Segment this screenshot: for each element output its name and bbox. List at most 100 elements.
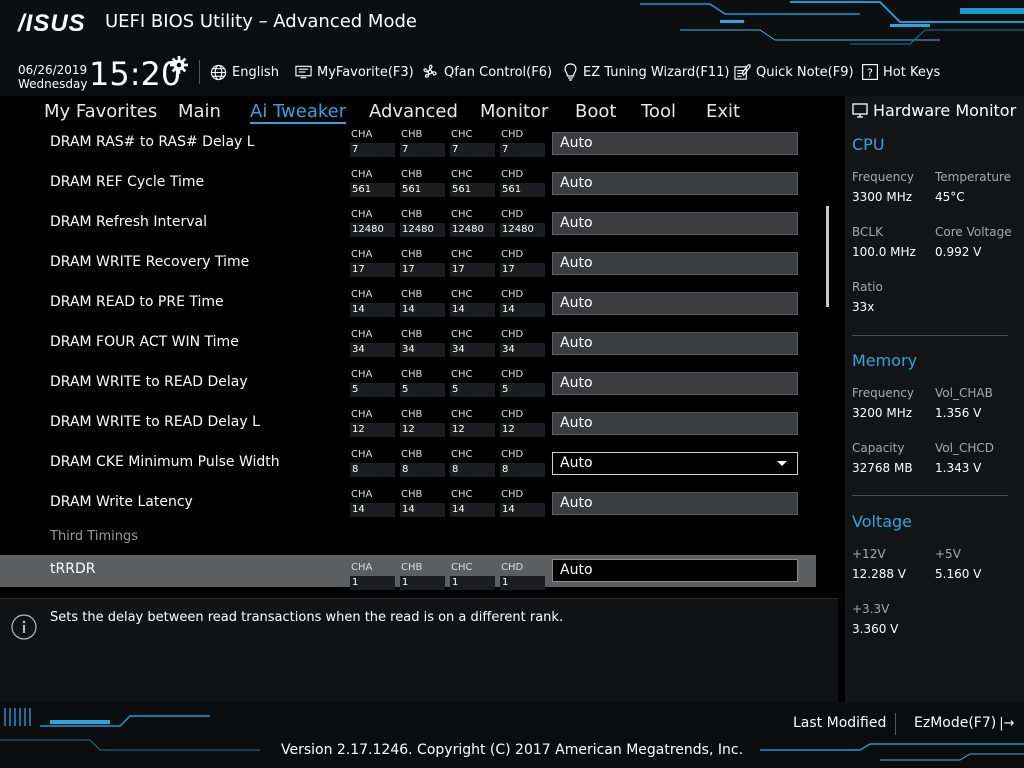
- setting-row[interactable]: DRAM READ to PRE Time CHA 14 CHB 14 CHC 14 CHD 1…: [0, 286, 816, 326]
- monitor-icon: [852, 103, 868, 118]
- hw-label: Ratio: [852, 280, 883, 294]
- setting-row[interactable]: DRAM FOUR ACT WIN Time CHA 34 CHB 34 CHC 34 CHD…: [0, 326, 816, 366]
- setting-label: DRAM REF Cycle Time: [50, 174, 205, 190]
- tab-tool[interactable]: Tool: [641, 101, 676, 122]
- separator: [895, 713, 896, 735]
- quick-note-button[interactable]: Quick Note(F9): [734, 62, 854, 82]
- setting-row[interactable]: DRAM REF Cycle Time CHA 561 CHB 561 CHC 561 CHD…: [0, 166, 816, 206]
- setting-input[interactable]: Auto: [552, 132, 798, 155]
- channel-name: CHA: [351, 249, 373, 260]
- tab-boot[interactable]: Boot: [575, 101, 616, 122]
- setting-input[interactable]: Auto: [552, 492, 798, 515]
- qfan-button[interactable]: Qfan Control(F6): [421, 62, 552, 82]
- channel-value: 1: [500, 576, 545, 590]
- channel-value: 561: [400, 183, 445, 197]
- channel-value: 1: [400, 576, 445, 590]
- setting-label: DRAM RAS# to RAS# Delay L: [50, 134, 255, 150]
- hw-value-ratio: 33x: [852, 300, 875, 314]
- channel-name: CHB: [401, 209, 423, 220]
- setting-label: DRAM Write Latency: [50, 494, 193, 510]
- setting-row[interactable]: DRAM Refresh Interval CHA 12480 CHB 12480 CHC…: [0, 206, 816, 246]
- language-button[interactable]: English: [210, 62, 279, 82]
- tab-main[interactable]: Main: [178, 101, 221, 122]
- hw-value-vol-chab: 1.356 V: [935, 406, 982, 420]
- channel-chb: CHB 12480: [400, 209, 445, 237]
- hw-value-vol-chcd: 1.343 V: [935, 461, 982, 475]
- channel-value: 12480: [500, 223, 545, 237]
- setting-input-trrdr[interactable]: Auto: [552, 559, 798, 582]
- channel-value: 5: [400, 383, 445, 397]
- setting-input[interactable]: Auto: [552, 252, 798, 275]
- myfavorite-button[interactable]: MyFavorite(F3): [295, 62, 414, 82]
- channel-value: 12480: [350, 223, 395, 237]
- channel-chd: CHD 12480: [500, 209, 545, 237]
- scrollbar-thumb[interactable]: [826, 206, 829, 307]
- setting-label: DRAM READ to PRE Time: [50, 294, 224, 310]
- channel-name: CHA: [351, 289, 373, 300]
- channel-value: 17: [450, 263, 495, 277]
- setting-value: Auto: [560, 415, 593, 431]
- hot-keys-button[interactable]: ? Hot Keys: [862, 62, 940, 82]
- channel-value: 561: [450, 183, 495, 197]
- channel-name: CHD: [501, 409, 524, 420]
- hw-section-memory: Memory: [852, 351, 918, 370]
- channel-cha: CHA 14: [350, 289, 395, 317]
- tab-advanced[interactable]: Advanced: [369, 101, 458, 122]
- channel-chd: CHD 7: [500, 129, 545, 157]
- channel-value: 12: [400, 423, 445, 437]
- hw-label: +5V: [935, 547, 961, 561]
- section-heading-third-timings: Third Timings: [50, 529, 138, 544]
- chevron-down-icon: [777, 461, 787, 466]
- separator: [199, 60, 200, 84]
- hw-label: +3.3V: [852, 602, 890, 616]
- setting-row[interactable]: DRAM Write Latency CHA 14 CHB 14 CHC 14 CHD 14 Au…: [0, 486, 816, 526]
- setting-input[interactable]: Auto: [552, 412, 798, 435]
- setting-label: DRAM FOUR ACT WIN Time: [50, 334, 239, 350]
- setting-input[interactable]: Auto: [552, 372, 798, 395]
- setting-dropdown[interactable]: Auto: [552, 452, 798, 475]
- channel-name: CHA: [351, 129, 373, 140]
- setting-row[interactable]: DRAM RAS# to RAS# Delay L CHA 7 CHB 7 CHC 7 CHD…: [0, 126, 816, 166]
- setting-value: Auto: [560, 335, 593, 351]
- tab-my-favorites[interactable]: My Favorites: [44, 101, 157, 122]
- hw-value-memory-frequency: 3200 MHz: [852, 406, 913, 420]
- bottom-bar: [0, 702, 1024, 768]
- help-text: Sets the delay between read transactions…: [50, 610, 564, 625]
- hw-value-5v: 5.160 V: [935, 567, 982, 581]
- setting-input[interactable]: Auto: [552, 172, 798, 195]
- setting-row[interactable]: DRAM WRITE Recovery Time CHA 17 CHB 17 CHC 17 C…: [0, 246, 816, 286]
- setting-input[interactable]: Auto: [552, 292, 798, 315]
- setting-row-trrdr[interactable]: tRRDR CHA 1 CHB 1 CHC 1 CHD 1 Auto: [0, 555, 816, 590]
- ezmode-button[interactable]: EzMode(F7) |→: [914, 715, 1015, 731]
- divider: [852, 335, 1008, 336]
- setting-row[interactable]: DRAM CKE Minimum Pulse Width CHA 8 CHB 8 CHC 8…: [0, 446, 816, 486]
- tab-exit[interactable]: Exit: [706, 101, 740, 122]
- setting-input[interactable]: Auto: [552, 332, 798, 355]
- channel-name: CHC: [451, 209, 473, 220]
- tab-monitor[interactable]: Monitor: [480, 101, 548, 122]
- channel-name: CHB: [401, 129, 423, 140]
- channel-value: 17: [400, 263, 445, 277]
- hw-label: BCLK: [852, 225, 883, 239]
- channel-value: 14: [400, 303, 445, 317]
- setting-row[interactable]: DRAM WRITE to READ Delay L CHA 12 CHB 12 CHC 1…: [0, 406, 816, 446]
- channel-name: CHC: [451, 562, 473, 573]
- gear-icon[interactable]: [170, 56, 188, 74]
- setting-value: Auto: [560, 175, 593, 191]
- tab-ai-tweaker[interactable]: Ai Tweaker: [250, 101, 347, 124]
- channel-name: CHB: [401, 249, 423, 260]
- setting-label: DRAM WRITE Recovery Time: [50, 254, 250, 270]
- fan-icon: [423, 64, 437, 78]
- last-modified-button[interactable]: Last Modified: [793, 715, 886, 731]
- channel-name: CHA: [351, 489, 373, 500]
- setting-label: DRAM Refresh Interval: [50, 214, 207, 230]
- channel-name: CHB: [401, 369, 423, 380]
- setting-row[interactable]: DRAM WRITE to READ Delay CHA 5 CHB 5 CHC 5 CHD 5…: [0, 366, 816, 406]
- channel-chd: CHD 8: [500, 449, 545, 477]
- setting-value: Auto: [560, 255, 593, 271]
- setting-input[interactable]: Auto: [552, 212, 798, 235]
- settings-list: DRAM RAS# to RAS# Delay L CHA 7 CHB 7 CHC 7 CHD…: [0, 126, 838, 592]
- channel-name: CHD: [501, 209, 524, 220]
- channel-value: 7: [500, 143, 545, 157]
- ez-tuning-button[interactable]: EZ Tuning Wizard(F11): [563, 62, 729, 82]
